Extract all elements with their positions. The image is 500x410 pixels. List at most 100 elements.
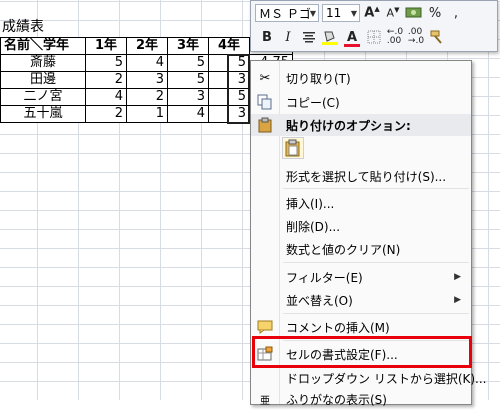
borders-button[interactable] (365, 27, 383, 47)
copy-icon (256, 93, 274, 111)
comment-icon (256, 318, 274, 336)
header-cell[interactable]: 名前＼学年 (0, 37, 86, 55)
sheet-title: 成績表 (2, 19, 44, 35)
italic-button[interactable]: I (279, 27, 297, 47)
grow-font-button[interactable]: A▲ (363, 3, 381, 23)
context-menu: ✂ 切り取り(T) コピー(C) 貼り付けのオプション: 形式を選択して貼り付け… (250, 60, 487, 407)
menu-item-show-phonetic[interactable]: 亜 ふりがなの表示(S) (251, 388, 471, 410)
submenu-arrow-icon: ▶ (454, 272, 461, 282)
grade-cell[interactable]: 1 (126, 105, 168, 123)
name-cell[interactable]: 二ノ宮 (0, 88, 86, 106)
chevron-down-icon: ▼ (309, 8, 316, 18)
grade-cell[interactable]: 4 (126, 54, 168, 72)
font-color-swatch (344, 44, 360, 47)
grade-cell[interactable]: 5 (167, 71, 209, 89)
grade-cell[interactable]: 2 (126, 88, 168, 106)
font-name-value: ＭＳ Ｐゴ (259, 6, 311, 21)
menu-separator (283, 188, 469, 189)
font-color-button[interactable]: A (342, 27, 362, 47)
grade-cell[interactable]: 3 (208, 71, 250, 89)
table-header-row: 名前＼学年 1年 2年 3年 4年 平 (0, 37, 293, 55)
menu-item-label: コピー(C) (286, 95, 340, 110)
font-size-box[interactable]: 11 ▼ (322, 4, 360, 22)
align-center-icon (303, 32, 315, 43)
menu-item-copy[interactable]: コピー(C) (251, 91, 471, 113)
menu-item-label: 並べ替え(O) (286, 293, 353, 308)
grade-cell[interactable]: 3 (167, 88, 209, 106)
bold-button[interactable]: B (258, 27, 276, 47)
align-center-button[interactable] (300, 27, 318, 47)
borders-icon (367, 30, 381, 44)
grade-cell[interactable]: 5 (208, 88, 250, 106)
name-cell[interactable]: 田邊 (0, 71, 86, 89)
grade-cell[interactable]: 4 (167, 105, 209, 123)
phonetic-icon: 亜 (260, 395, 270, 407)
header-cell[interactable]: 3年 (167, 37, 209, 55)
menu-separator (283, 262, 469, 263)
menu-item-delete[interactable]: 削除(D)... (251, 215, 471, 237)
accounting-format-button[interactable] (405, 3, 423, 23)
grow-font-icon: A▲ (364, 5, 380, 21)
name-cell[interactable]: 斎藤 (0, 54, 86, 72)
paintbrush-icon (430, 30, 442, 44)
table-row: 田邊 2 3 5 3 3 (0, 71, 293, 89)
grade-cell[interactable]: 3 (208, 105, 250, 123)
shrink-font-icon: A▼ (386, 6, 400, 20)
menu-separator (283, 340, 469, 341)
menu-item-label: 挿入(I)... (286, 196, 335, 211)
font-name-box[interactable]: ＭＳ Ｐゴ ▼ (255, 4, 319, 22)
decrease-decimal-button[interactable]: .00 →.0 (407, 27, 425, 47)
menu-item-filter[interactable]: フィルター(E) ▶ (251, 266, 471, 288)
menu-item-insert[interactable]: 挿入(I)... (251, 192, 471, 214)
scissors-icon: ✂ (259, 70, 271, 86)
paste-options-header: 貼り付けのオプション: (251, 114, 471, 136)
menu-item-label: セルの書式設定(F)... (286, 347, 398, 362)
menu-item-cut[interactable]: ✂ 切り取り(T) (251, 67, 471, 89)
menu-item-paste-special[interactable]: 形式を選択して貼り付け(S)... (251, 165, 471, 187)
menu-separator (283, 313, 469, 314)
shrink-font-button[interactable]: A▼ (384, 3, 402, 23)
font-size-value: 11 (326, 6, 342, 20)
format-cells-icon (256, 345, 274, 363)
submenu-arrow-icon: ▶ (454, 295, 461, 305)
chevron-down-icon: ▼ (350, 8, 357, 18)
menu-item-pick-from-dropdown[interactable]: ドロップダウン リストから選択(K)... (251, 367, 487, 389)
format-painter-button[interactable] (428, 27, 446, 47)
fill-color-button[interactable] (321, 27, 339, 47)
menu-item-format-cells[interactable]: セルの書式設定(F)... (251, 343, 471, 365)
comma-button[interactable]: , (447, 3, 465, 23)
header-cell[interactable]: 4年 (208, 37, 250, 55)
mini-toolbar: ＭＳ Ｐゴ ▼ 11 ▼ A▲ A▼ % , B I A ←.0 .00 .00… (250, 0, 498, 52)
grade-cell[interactable]: 4 (85, 88, 127, 106)
header-cell[interactable]: 2年 (126, 37, 168, 55)
fill-bucket-icon (322, 31, 338, 45)
menu-item-label: 数式と値のクリア(N) (286, 242, 401, 257)
increase-decimal-button[interactable]: ←.0.00 (386, 27, 404, 47)
grade-cell[interactable]: 2 (85, 71, 127, 89)
grade-cell[interactable]: 5 (85, 54, 127, 72)
menu-item-label: ふりがなの表示(S) (286, 392, 387, 407)
name-cell[interactable]: 五十嵐 (0, 105, 86, 123)
bold-icon: B (262, 29, 272, 45)
paste-button[interactable] (282, 137, 304, 159)
menu-item-clear-contents[interactable]: 数式と値のクリア(N) (251, 238, 471, 260)
grade-cell[interactable]: 5 (208, 54, 250, 72)
menu-item-label: ドロップダウン リストから選択(K)... (286, 371, 487, 386)
paste-icon (285, 139, 300, 157)
table-row: 斎藤 5 4 5 5 4.75 (0, 54, 293, 72)
header-cell[interactable]: 1年 (85, 37, 127, 55)
money-icon (405, 7, 422, 18)
percent-button[interactable]: % (426, 3, 444, 23)
menu-item-label: 形式を選択して貼り付け(S)... (286, 169, 447, 184)
menu-item-label: 切り取り(T) (286, 71, 351, 86)
menu-item-label: フィルター(E) (286, 270, 363, 285)
italic-icon: I (285, 29, 291, 45)
font-color-icon: A (346, 29, 358, 45)
menu-item-insert-comment[interactable]: コメントの挿入(M) (251, 316, 471, 338)
grade-cell[interactable]: 2 (85, 105, 127, 123)
grade-cell[interactable]: 5 (167, 54, 209, 72)
grade-cell[interactable]: 3 (126, 71, 168, 89)
menu-item-label: 削除(D)... (286, 219, 341, 234)
menu-item-sort[interactable]: 並べ替え(O) ▶ (251, 289, 471, 311)
increase-decimal-icon: ←.0.00 (386, 27, 404, 46)
